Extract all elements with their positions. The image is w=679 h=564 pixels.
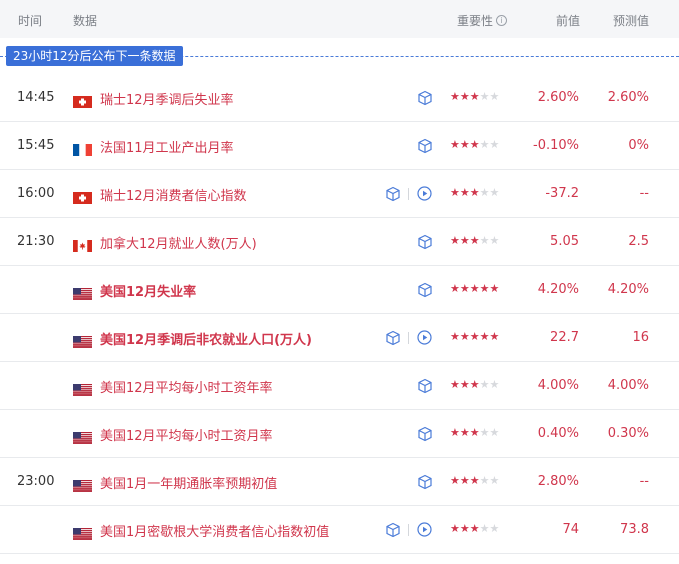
previous-value: -0.10% (533, 138, 579, 153)
play-icon[interactable] (417, 330, 432, 345)
cube-icon[interactable] (385, 186, 401, 202)
cube-icon[interactable] (417, 282, 433, 298)
forecast-value: 2.5 (628, 234, 649, 249)
event-title[interactable]: 美国12月季调后非农就业人口(万人) (100, 329, 312, 348)
play-icon[interactable] (417, 186, 432, 201)
event-title[interactable]: 瑞士12月季调后失业率 (100, 89, 234, 108)
cube-icon[interactable] (417, 138, 433, 154)
forecast-value: 2.60% (607, 90, 649, 105)
forecast-value: 0% (628, 138, 649, 153)
table-row[interactable]: 14:45 瑞士12月季调后失业率 ★★★★★ 2.60% 2.60% (0, 74, 679, 122)
previous-value: 4.20% (537, 282, 579, 297)
usa-flag (73, 477, 92, 492)
importance-stars: ★★★★★ (450, 186, 500, 199)
info-icon[interactable]: i (496, 15, 508, 26)
event-title[interactable]: 美国12月平均每小时工资年率 (100, 377, 273, 396)
importance-stars: ★★★★★ (450, 138, 500, 151)
event-time: 21:30 (17, 234, 55, 249)
table-row[interactable]: 美国12月平均每小时工资月率 ★★★★★ 0.40% 0.30% (0, 410, 679, 458)
cube-icon[interactable] (417, 90, 433, 106)
event-title[interactable]: 美国12月失业率 (100, 281, 196, 300)
event-title[interactable]: 加拿大12月就业人数(万人) (100, 233, 257, 252)
header-previous: 前值 (556, 14, 581, 28)
previous-value: -37.2 (545, 186, 579, 201)
cube-icon[interactable] (417, 426, 433, 442)
header-data: 数据 (73, 14, 98, 28)
importance-stars: ★★★★★ (450, 474, 500, 487)
event-title[interactable]: 瑞士12月消费者信心指数 (100, 185, 247, 204)
cube-icon[interactable] (417, 378, 433, 394)
icon-divider (408, 524, 409, 536)
usa-flag (73, 381, 92, 396)
event-title[interactable]: 法国11月工业产出月率 (100, 137, 234, 156)
previous-value: 2.80% (537, 474, 579, 489)
table-row[interactable]: 美国12月平均每小时工资年率 ★★★★★ 4.00% 4.00% (0, 362, 679, 410)
icon-divider (408, 332, 409, 344)
usa-flag (73, 525, 92, 540)
cube-icon[interactable] (417, 234, 433, 250)
previous-value: 0.40% (537, 426, 579, 441)
forecast-value: -- (639, 474, 649, 489)
header-forecast: 预测值 (613, 14, 650, 28)
event-title[interactable]: 美国12月平均每小时工资月率 (100, 425, 273, 444)
event-title[interactable]: 美国1月密歇根大学消费者信心指数初值 (100, 521, 329, 540)
forecast-value: 73.8 (620, 522, 649, 537)
icon-divider (408, 188, 409, 200)
forecast-value: -- (639, 186, 649, 201)
previous-value: 22.7 (550, 330, 579, 345)
importance-stars: ★★★★★ (450, 234, 500, 247)
header-importance-label: 重要性 (457, 14, 494, 28)
forecast-value: 0.30% (607, 426, 649, 441)
table-row[interactable]: 23:00 美国1月一年期通胀率预期初值 ★★★★★ 2.80% -- (0, 458, 679, 506)
switzerland-flag (73, 189, 92, 204)
event-time: 15:45 (17, 138, 55, 153)
cube-icon[interactable] (417, 474, 433, 490)
table-row[interactable]: 美国12月季调后非农就业人口(万人) ★★★★★ 22.7 16 (0, 314, 679, 362)
previous-value: 74 (562, 522, 579, 537)
table-header: 时间 数据 重要性 i 前值 预测值 (0, 0, 679, 38)
table-row[interactable]: 美国12月失业率 ★★★★★ 4.20% 4.20% (0, 266, 679, 314)
importance-stars: ★★★★★ (450, 522, 500, 535)
header-importance: 重要性 i (457, 12, 508, 29)
importance-stars: ★★★★★ (450, 90, 500, 103)
importance-stars: ★★★★★ (450, 378, 500, 391)
importance-stars: ★★★★★ (450, 330, 500, 343)
switzerland-flag (73, 93, 92, 108)
play-icon[interactable] (417, 522, 432, 537)
importance-stars: ★★★★★ (450, 426, 500, 439)
france-flag (73, 141, 92, 156)
usa-flag (73, 429, 92, 444)
previous-value: 2.60% (537, 90, 579, 105)
forecast-value: 4.00% (607, 378, 649, 393)
forecast-value: 16 (632, 330, 649, 345)
table-row[interactable]: 15:45 法国11月工业产出月率 ★★★★★ -0.10% 0% (0, 122, 679, 170)
countdown-badge: 23小时12分后公布下一条数据 (6, 46, 183, 66)
table-row[interactable]: 21:30 加拿大12月就业人数(万人) ★★★★★ 5.05 2.5 (0, 218, 679, 266)
cube-icon[interactable] (385, 522, 401, 538)
event-time: 16:00 (17, 186, 55, 201)
event-time: 23:00 (17, 474, 55, 489)
previous-value: 4.00% (537, 378, 579, 393)
event-title[interactable]: 美国1月一年期通胀率预期初值 (100, 473, 277, 492)
cube-icon[interactable] (385, 330, 401, 346)
importance-stars: ★★★★★ (450, 282, 500, 295)
table-row[interactable]: 美国1月密歇根大学消费者信心指数初值 ★★★★★ 74 73.8 (0, 506, 679, 554)
usa-flag (73, 285, 92, 300)
header-time: 时间 (18, 14, 43, 28)
usa-flag (73, 333, 92, 348)
event-time: 14:45 (17, 90, 55, 105)
table-row[interactable]: 16:00 瑞士12月消费者信心指数 ★★★★★ -37.2 -- (0, 170, 679, 218)
canada-flag (73, 237, 92, 252)
previous-value: 5.05 (550, 234, 579, 249)
forecast-value: 4.20% (607, 282, 649, 297)
